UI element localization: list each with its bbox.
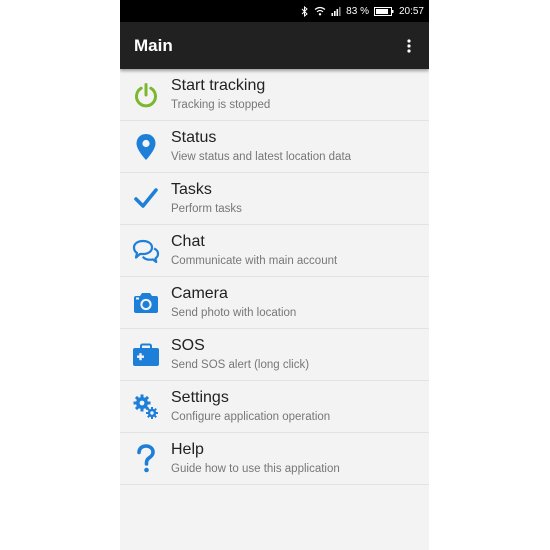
bluetooth-icon: [301, 5, 309, 17]
more-vert-icon: [407, 38, 411, 53]
menu-item-title: SOS: [171, 337, 205, 354]
menu-item-subtitle: Guide how to use this application: [171, 463, 340, 475]
main-menu-list: Start tracking Tracking is stopped Statu…: [120, 69, 429, 485]
menu-item-settings[interactable]: Settings Configure application operation: [120, 381, 429, 433]
battery-icon: [373, 6, 394, 16]
menu-item-title: Help: [171, 441, 204, 458]
chat-icon: [120, 239, 171, 263]
menu-item-subtitle: Perform tasks: [171, 203, 242, 215]
signal-icon: [331, 6, 341, 16]
menu-item-title: Chat: [171, 233, 205, 250]
battery-percent: 83 %: [346, 5, 369, 17]
menu-item-subtitle: View status and latest location data: [171, 151, 352, 163]
power-icon: [120, 82, 171, 108]
menu-item-help[interactable]: Help Guide how to use this application: [120, 433, 429, 485]
menu-item-title: Camera: [171, 285, 228, 302]
question-icon: [120, 443, 171, 474]
first-aid-kit-icon: [120, 343, 171, 367]
camera-icon: [120, 292, 171, 314]
menu-item-status[interactable]: Status View status and latest location d…: [120, 121, 429, 173]
checkmark-icon: [120, 187, 171, 210]
menu-item-camera[interactable]: Camera Send photo with location: [120, 277, 429, 329]
phone-screen: 83 % 20:57 Main Start tracking Tracking …: [120, 0, 429, 550]
menu-item-title: Tasks: [171, 181, 212, 198]
menu-item-sos[interactable]: SOS Send SOS alert (long click): [120, 329, 429, 381]
menu-item-chat[interactable]: Chat Communicate with main account: [120, 225, 429, 277]
menu-item-title: Start tracking: [171, 77, 266, 94]
status-bar: 83 % 20:57: [120, 0, 429, 22]
location-pin-icon: [120, 133, 171, 161]
menu-item-start-tracking[interactable]: Start tracking Tracking is stopped: [120, 69, 429, 121]
menu-item-subtitle: Communicate with main account: [171, 255, 338, 267]
overflow-menu-button[interactable]: [399, 33, 419, 59]
menu-item-subtitle: Tracking is stopped: [171, 99, 271, 111]
wifi-icon: [314, 6, 326, 16]
menu-item-subtitle: Send SOS alert (long click): [171, 359, 310, 371]
gears-icon: [120, 393, 171, 421]
app-bar: Main: [120, 22, 429, 69]
menu-item-title: Status: [171, 129, 217, 146]
app-title: Main: [134, 35, 173, 55]
menu-item-subtitle: Configure application operation: [171, 411, 331, 423]
menu-item-title: Settings: [171, 389, 229, 406]
clock-time: 20:57: [398, 5, 424, 17]
menu-item-tasks[interactable]: Tasks Perform tasks: [120, 173, 429, 225]
menu-item-subtitle: Send photo with location: [171, 307, 297, 319]
